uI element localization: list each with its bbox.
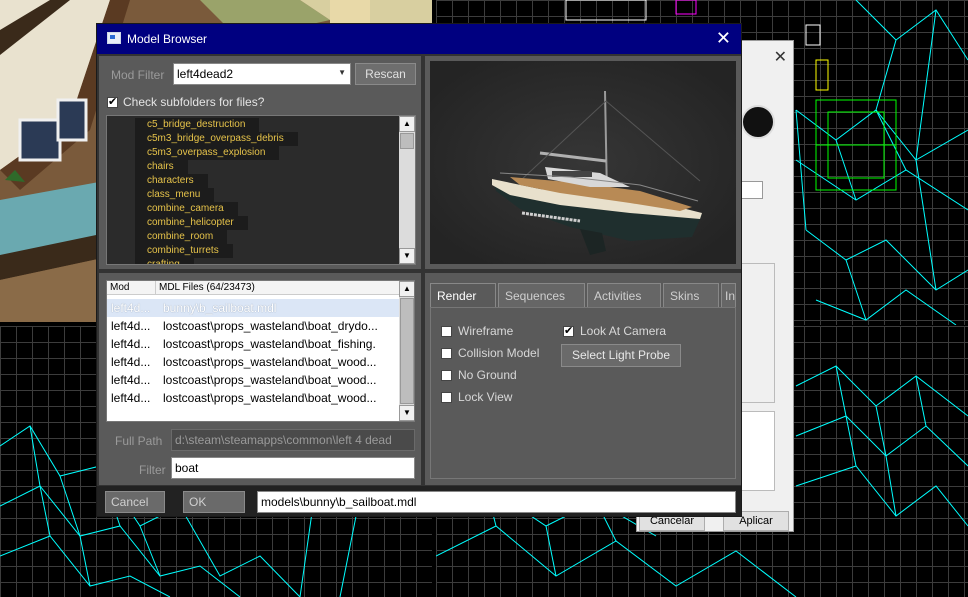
scroll-up-icon[interactable]: ▲	[399, 281, 414, 297]
lock-view-label: Lock View	[458, 390, 513, 404]
no-ground-checkbox[interactable]	[441, 370, 452, 381]
background-close-icon[interactable]: ✕	[774, 47, 787, 67]
subfolders-label: Check subfolders for files?	[123, 95, 265, 109]
scroll-thumb[interactable]	[400, 133, 414, 149]
lock-view-checkbox[interactable]	[441, 392, 452, 403]
folder-item[interactable]: combine_camera	[135, 200, 399, 216]
background-panel-lower	[741, 411, 775, 491]
options-panel: Render Sequences Activities Skins In Wir…	[425, 273, 741, 485]
row-mod: left4d...	[111, 319, 151, 333]
table-row[interactable]: left4d... lostcoast\props_wasteland\boat_…	[107, 317, 400, 335]
folder-list[interactable]: c5_bridge_destruction c5m3_bridge_overpas…	[106, 115, 416, 265]
model-preview[interactable]	[430, 61, 736, 264]
subfolders-checkbox[interactable]	[107, 95, 118, 108]
scroll-up-icon[interactable]: ▲	[399, 116, 415, 132]
scroll-down-icon[interactable]: ▼	[399, 248, 415, 264]
model-browser-window: Model Browser ✕ Mod Filter left4dead2 ▼ …	[96, 23, 742, 517]
chevron-down-icon: ▼	[338, 68, 346, 77]
table-row[interactable]: left4d... lostcoast\props_wasteland\boat_…	[107, 389, 400, 407]
file-panel: Mod MDL Files (64/23473) left4d... bunny\…	[99, 273, 421, 485]
folder-item[interactable]: c5_bridge_destruction	[135, 116, 399, 132]
row-file: lostcoast\props_wasteland\boat_drydo...	[163, 319, 378, 333]
folder-item[interactable]: c5m3_bridge_overpass_debris	[135, 130, 399, 146]
ok-button[interactable]: OK	[183, 491, 245, 513]
table-row[interactable]: left4d... lostcoast\props_wasteland\boat_…	[107, 371, 400, 389]
close-icon[interactable]: ✕	[716, 28, 731, 48]
row-mod: left4d...	[111, 337, 151, 351]
window-body: Mod Filter left4dead2 ▼ Rescan Check sub…	[97, 54, 741, 516]
collision-model-checkbox[interactable]	[441, 348, 452, 359]
title-bar[interactable]: Model Browser ✕	[97, 24, 741, 54]
wireframe-label: Wireframe	[458, 324, 514, 338]
tab-activities[interactable]: Activities	[587, 283, 661, 308]
sailboat-model	[430, 61, 736, 264]
tab-sequences[interactable]: Sequences	[498, 283, 585, 308]
file-scrollbar[interactable]: ▲ ▼	[399, 281, 414, 421]
background-panel	[741, 263, 775, 403]
select-light-probe-button[interactable]: Select Light Probe	[561, 344, 681, 367]
cancel-button[interactable]: Cancel	[105, 491, 165, 513]
look-at-camera-label: Look At Camera	[580, 324, 667, 338]
scroll-down-icon[interactable]: ▼	[399, 405, 414, 421]
window-title: Model Browser	[127, 32, 208, 46]
rescan-button[interactable]: Rescan	[355, 63, 416, 85]
tab-render[interactable]: Render	[430, 283, 496, 308]
folder-item[interactable]: chairs	[135, 158, 399, 174]
look-at-camera-checkbox[interactable]	[563, 324, 574, 337]
folder-item[interactable]: class_menu	[135, 186, 399, 202]
row-file: lostcoast\props_wasteland\boat_fishing.	[163, 337, 376, 351]
row-mod: left4d...	[111, 355, 151, 369]
row-file: lostcoast\props_wasteland\boat_wood...	[163, 355, 377, 369]
folder-panel: Mod Filter left4dead2 ▼ Rescan Check sub…	[99, 56, 421, 269]
folder-item[interactable]: characters	[135, 172, 399, 188]
folder-item[interactable]: crafting	[135, 256, 399, 264]
wireframe-checkbox[interactable]	[441, 326, 452, 337]
editor-screen: ✕ Cancelar Aplicar Model Browser ✕ Mod F…	[0, 0, 968, 597]
row-file: lostcoast\props_wasteland\boat_wood...	[163, 373, 377, 387]
col-mod-header[interactable]: Mod	[110, 282, 129, 293]
row-file: lostcoast\props_wasteland\boat_wood...	[163, 391, 377, 405]
angle-dial[interactable]	[741, 105, 775, 139]
table-row[interactable]: left4d... bunny\b_sailboat.mdl	[107, 299, 400, 317]
footer-bar: Cancel OK models\bunny\b_sailboat.mdl	[97, 486, 741, 516]
mod-filter-label: Mod Filter	[111, 68, 165, 82]
app-window-icon	[107, 32, 121, 44]
model-path-field[interactable]: models\bunny\b_sailboat.mdl	[257, 491, 736, 513]
row-file: bunny\b_sailboat.mdl	[163, 301, 277, 315]
row-mod: left4d...	[111, 301, 151, 315]
background-field[interactable]	[741, 181, 763, 199]
tab-overflow[interactable]: In	[721, 283, 736, 308]
table-row[interactable]: left4d... lostcoast\props_wasteland\boat_…	[107, 335, 400, 353]
filter-label: Filter	[139, 463, 166, 477]
full-path-field[interactable]: d:\steam\steamapps\common\left 4 dead	[171, 429, 415, 451]
no-ground-label: No Ground	[458, 368, 517, 382]
folder-item[interactable]: combine_helicopter	[135, 214, 399, 230]
mod-filter-value: left4dead2	[177, 67, 234, 81]
col-files-header[interactable]: MDL Files (64/23473)	[159, 282, 255, 293]
filter-input[interactable]: boat	[171, 457, 415, 479]
collision-model-label: Collision Model	[458, 346, 540, 360]
folder-item[interactable]: combine_turrets	[135, 242, 399, 258]
folder-item-label: crafting	[135, 258, 194, 264]
scroll-thumb[interactable]	[400, 298, 414, 404]
folder-item[interactable]: c5m3_overpass_explosion	[135, 144, 399, 160]
full-path-label: Full Path	[115, 434, 163, 448]
table-row[interactable]: left4d... lostcoast\props_wasteland\boat_…	[107, 353, 400, 371]
row-mod: left4d...	[111, 373, 151, 387]
mod-filter-select[interactable]: left4dead2 ▼	[173, 63, 351, 85]
folder-item[interactable]: combine_room	[135, 228, 399, 244]
preview-panel	[425, 56, 741, 269]
mdl-file-table[interactable]: Mod MDL Files (64/23473) left4d... bunny\…	[106, 280, 415, 422]
tab-skins[interactable]: Skins	[663, 283, 719, 308]
table-header: Mod MDL Files (64/23473)	[107, 281, 400, 295]
row-mod: left4d...	[111, 391, 151, 405]
folder-scrollbar[interactable]: ▲ ▼	[399, 116, 415, 264]
